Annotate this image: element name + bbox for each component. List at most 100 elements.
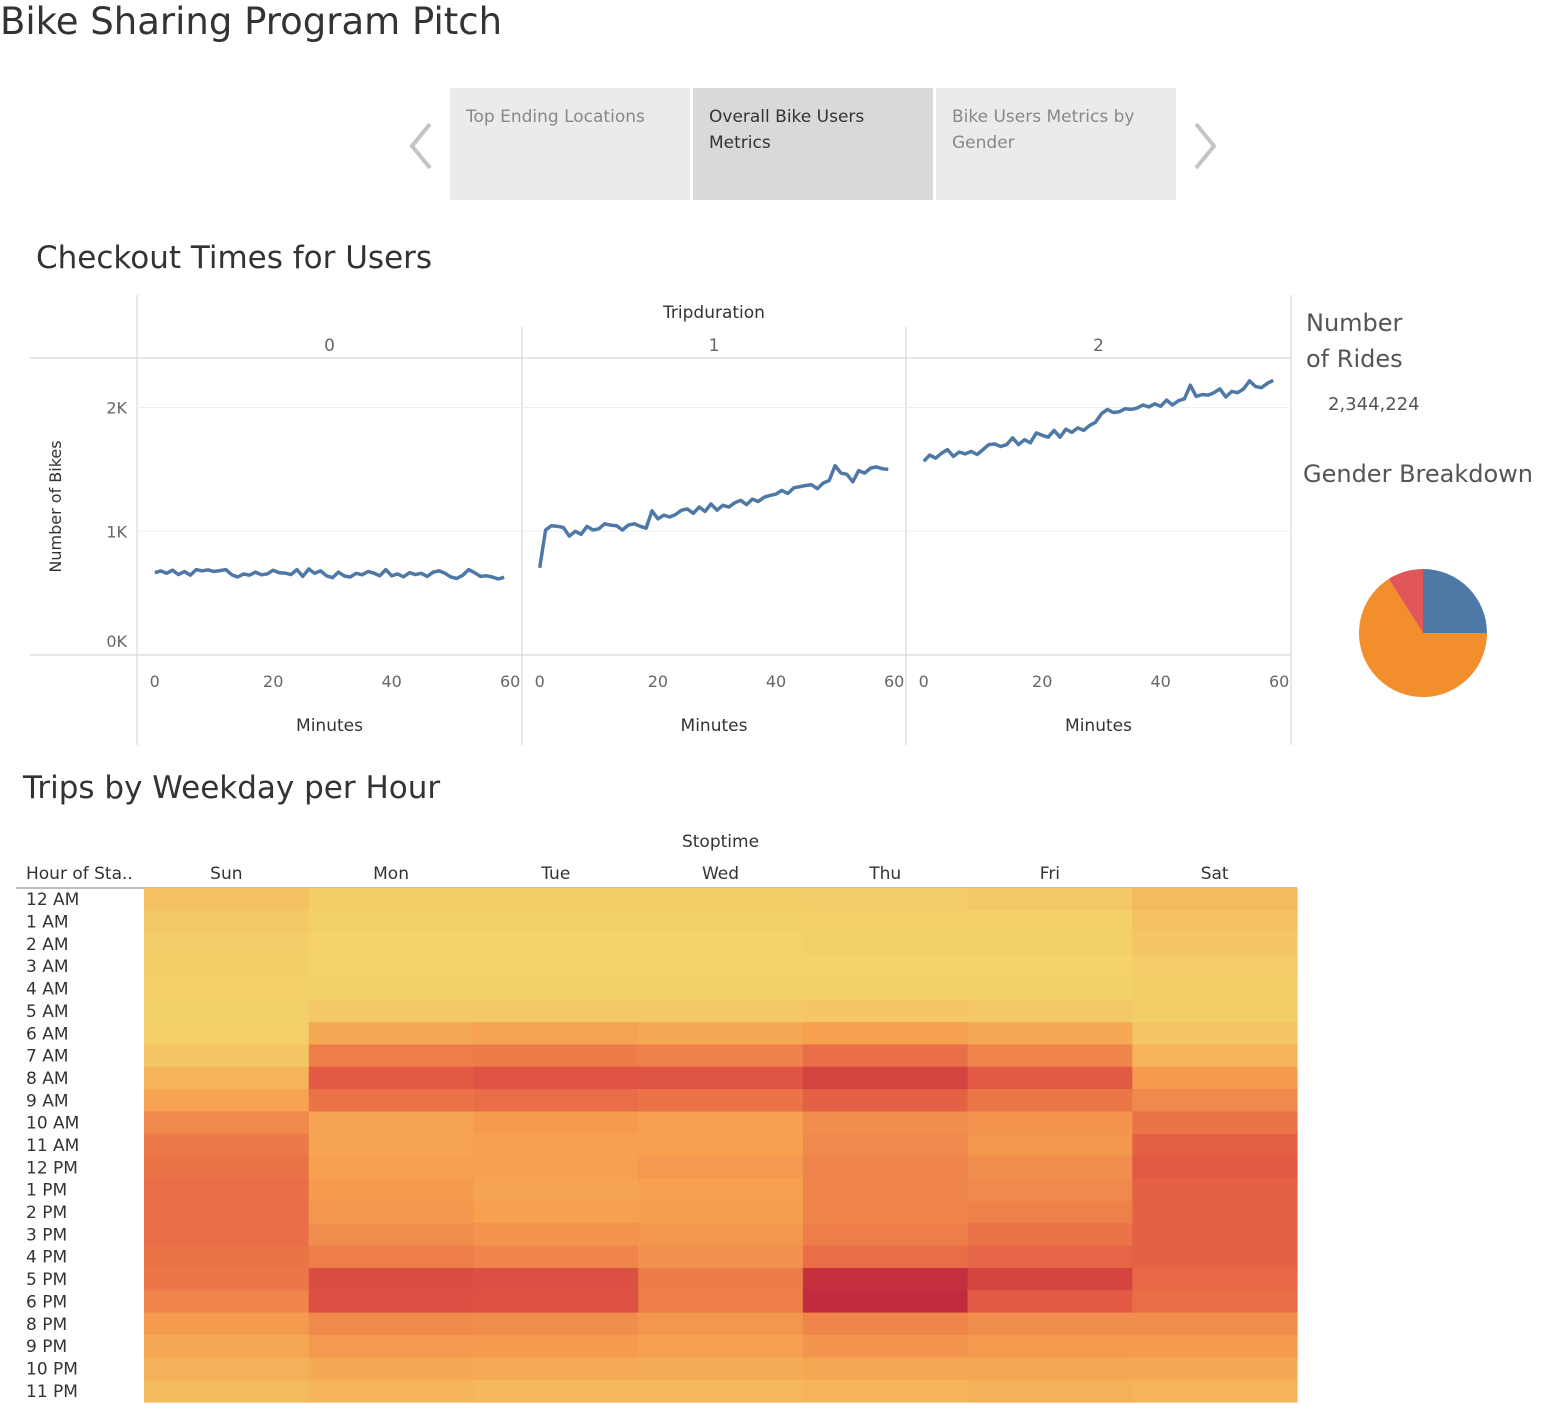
heatmap-cell [638,977,804,1001]
heatmap-cell [308,1133,475,1157]
heatmap-cell [802,955,969,978]
heatmap-cell [967,1357,1133,1381]
row-label: 4 AM [26,980,69,1000]
trips-title: Trips by Weekday per Hour [23,770,441,806]
heatmap-cell [144,932,310,956]
heatmap-cell [308,1245,475,1269]
heatmap-cell [638,1267,804,1291]
heatmap-cell [144,1223,310,1247]
chevron-right-icon [1194,122,1217,170]
heatmap-cell [473,1290,639,1314]
number-of-rides-value: 2,344,224 [1328,394,1420,415]
row-label: 12 AM [26,890,79,910]
heatmap-cell [473,1156,639,1180]
heatmap-cell [638,1223,804,1247]
trips-heatmap: Stoptime Hour of Sta.. Sun Mon Tue Wed Thu Fri S… [0,820,1310,1418]
heatmap-cell [802,1379,969,1403]
heatmap-cell [802,1312,969,1336]
heatmap-cell [1132,1267,1298,1291]
heatmap-cell [802,1178,969,1202]
heatmap-cell [967,1379,1133,1403]
x-tick-label: 20 [263,672,283,691]
heatmap-cell [473,1111,639,1135]
heatmap-cell [1132,1334,1298,1358]
heatmap-cell [144,888,310,911]
heatmap-cell [473,1379,639,1403]
story-tab-label: Top Ending Locations [466,107,645,127]
heatmap-cell [638,888,804,911]
row-label: 12 PM [26,1158,78,1178]
heatmap-cell [473,932,639,956]
column-label: Thu [868,864,901,884]
row-label: 3 PM [26,1225,67,1245]
heatmap-cell [308,1066,475,1090]
checkout-title: Checkout Times for Users [36,240,433,276]
series-line-panel-0 [154,567,505,581]
heatmap-cell [473,1334,639,1358]
heatmap-cell [308,977,475,1001]
heatmap-cell [967,1290,1133,1314]
heatmap-cell [1132,977,1298,1001]
heatmap-cell [308,1223,475,1247]
heatmap-cell [638,999,804,1023]
heatmap-cell [802,1267,969,1291]
heatmap-cell [638,1133,804,1157]
heatmap-cell [967,1022,1133,1046]
heatmap-cell [473,999,639,1023]
row-label: 11 AM [26,1136,79,1156]
heatmap-cell [638,1178,804,1202]
heatmap-cell [638,1379,804,1403]
panel-header: 0 [324,336,335,356]
heatmap-cell [967,888,1133,911]
column-header: Tripduration [662,303,765,323]
heatmap-cell [144,1156,310,1180]
row-header: Hour of Sta.. [26,864,133,884]
x-axis-label: Minutes [296,716,363,736]
column-label: Mon [373,864,409,884]
y-tick-label: 1K [106,522,127,541]
heatmap-cell [308,1156,475,1180]
heatmap-cell [144,1066,310,1090]
heatmap-cell [802,1066,969,1090]
heatmap-cell [967,1089,1133,1113]
heatmap-cell [967,910,1133,934]
heatmap-cell [144,1200,310,1224]
story-tab-bike-users-metrics-by-gender[interactable]: Bike Users Metrics by Gender [936,88,1176,200]
x-tick-label: 20 [648,672,668,691]
previous-story-point-button[interactable] [406,118,436,174]
next-story-point-button[interactable] [1190,118,1220,174]
row-label: 10 AM [26,1114,79,1134]
heatmap-cell [308,1379,475,1403]
story-tab-overall-bike-users-metrics[interactable]: Overall Bike Users Metrics [693,88,933,200]
heatmap-cell [1132,955,1298,978]
heatmap-cell [308,999,475,1023]
heatmap-cell [802,999,969,1023]
series-line-panel-2 [922,378,1275,463]
heatmap-cell [144,1022,310,1046]
heatmap-cell [802,888,969,911]
heatmap-cell [1132,932,1298,956]
row-label: 1 PM [26,1181,67,1201]
y-tick-label: 2K [106,399,127,418]
heatmap-cell [473,1178,639,1202]
heatmap-cell [802,1089,969,1113]
heatmap-cell [802,1044,969,1068]
row-label: 7 AM [26,1047,69,1067]
heatmap-cell [473,1066,639,1090]
heatmap-cell [967,1267,1133,1291]
heatmap-cell [802,1334,969,1358]
x-tick-label: 40 [382,672,402,691]
heatmap-cell [1132,1022,1298,1046]
heatmap-cell [473,1223,639,1247]
story-tab-top-ending-locations[interactable]: Top Ending Locations [450,88,690,200]
heatmap-cell [473,1312,639,1336]
heatmap-cell [638,932,804,956]
heatmap-cell [967,1312,1133,1336]
heatmap-cell [967,1178,1133,1202]
checkout-line-chart: Tripduration 0K 1K 2K Number of Bikes 0 0 20 40 6… [0,290,1300,750]
heatmap-cell [967,1044,1133,1068]
pie-slice [1423,569,1487,633]
heatmap-cell [638,1089,804,1113]
heatmap-cell [967,1200,1133,1224]
x-tick-label: 0 [919,672,929,691]
